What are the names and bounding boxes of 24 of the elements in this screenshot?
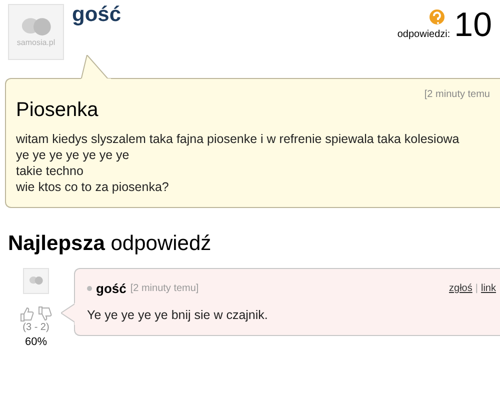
author-name: gość <box>72 4 122 25</box>
speech-bubbles-icon <box>28 276 44 286</box>
answers-label: odpowiedzi: <box>397 28 450 42</box>
question-title: Piosenka <box>16 98 100 123</box>
vote-count: (3 - 2) <box>22 322 50 334</box>
answers-count: 10 <box>454 8 492 42</box>
answer-author: gość <box>96 280 126 298</box>
posted-time: [2 minuty temu <box>424 88 490 102</box>
question-text: witam kiedys slyszalem taka fajna piosenke i w refrenie spiewala taka kolesiowa <box>16 131 460 147</box>
question-text: takie techno <box>16 163 84 179</box>
answer-text: Ye ye ye ye ye bnij sie w czajnik. <box>87 307 269 324</box>
report-link[interactable]: zgłoś <box>449 280 472 296</box>
vote-percent: 60% <box>24 335 48 350</box>
thumbs-up-icon[interactable] <box>20 306 34 322</box>
question-icon <box>428 9 446 27</box>
posted-time: [2 minuty temu] <box>130 282 199 296</box>
thumbs-down-icon[interactable] <box>38 306 52 322</box>
avatar-label: samosia.pl <box>16 38 56 47</box>
question-text: ye ye ye ye ye ye ye <box>16 147 130 163</box>
link-separator: | <box>475 282 478 296</box>
question-text: wie ktos co to za piosenka? <box>16 179 170 195</box>
speech-bubbles-icon <box>20 17 52 37</box>
section-heading: Najlepsza odpowiedź <box>7 231 212 257</box>
permalink[interactable]: link <box>480 280 496 296</box>
